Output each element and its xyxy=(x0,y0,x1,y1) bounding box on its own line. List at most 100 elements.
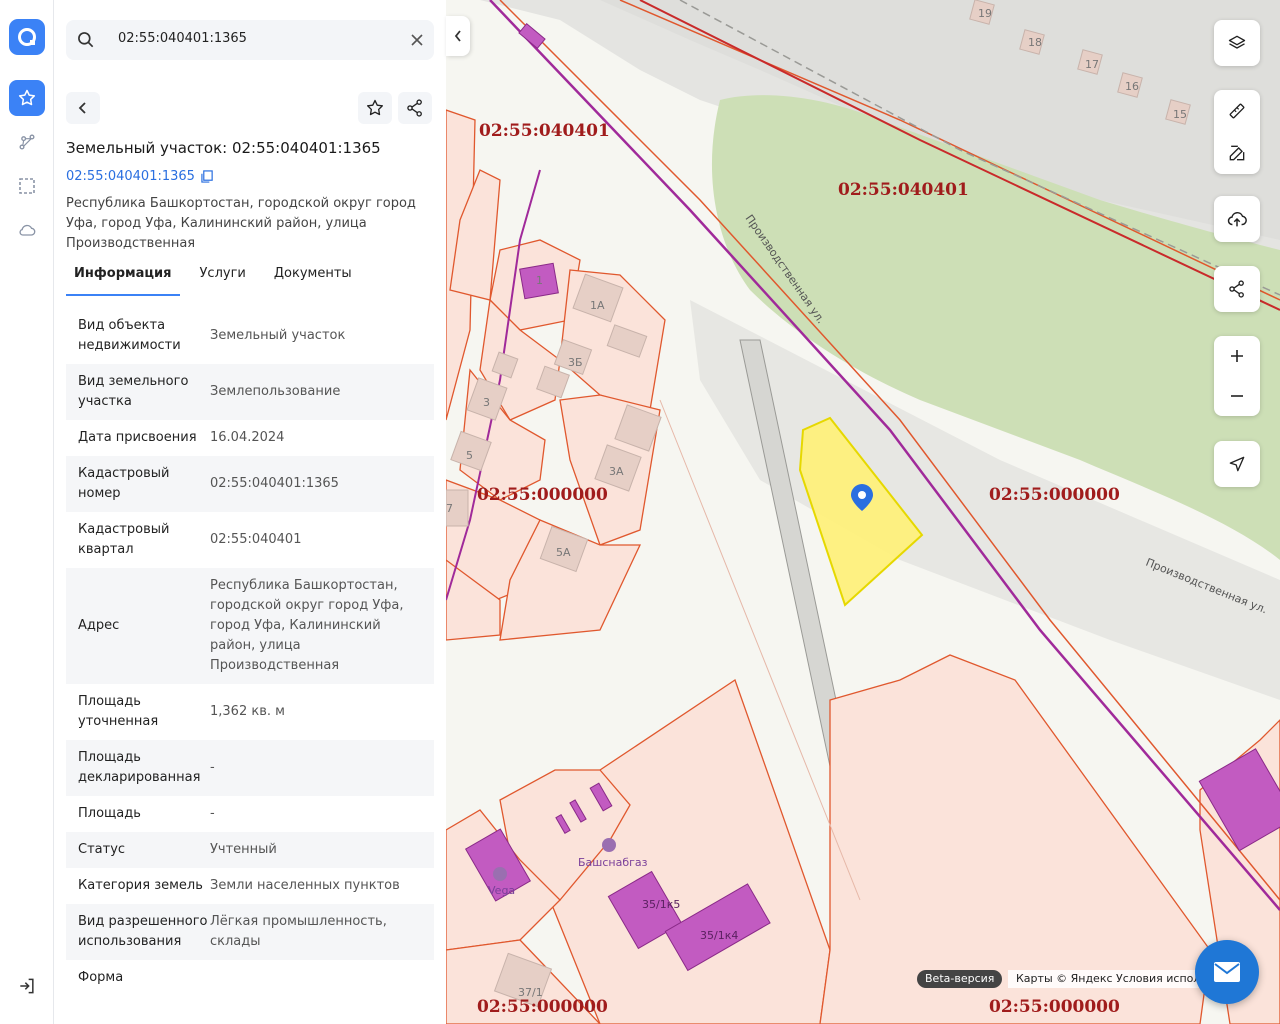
select-area-icon[interactable] xyxy=(9,168,45,204)
info-value: - xyxy=(210,806,215,821)
quarter-label: 02:55:040401 xyxy=(838,180,969,200)
feedback-button[interactable] xyxy=(1195,940,1259,1004)
info-key: Площадь декларированная xyxy=(78,750,201,785)
info-value: Земельный участок xyxy=(210,328,346,343)
upload-icon xyxy=(1227,211,1247,227)
table-row: Адрес Республика Башкортостан, городской … xyxy=(66,568,434,684)
beta-badge: Beta-версия xyxy=(917,970,1003,988)
info-value: 16.04.2024 xyxy=(210,430,285,445)
house-number: 3А xyxy=(609,465,624,478)
object-title: Земельный участок: 02:55:040401:1365 xyxy=(66,139,381,157)
layers-icon xyxy=(1228,35,1246,49)
house-number: 37/1 xyxy=(518,986,543,999)
info-value: - xyxy=(210,760,215,775)
info-key: Форма xyxy=(78,970,124,985)
house-number: 1А xyxy=(590,299,605,312)
house-number: 19 xyxy=(978,7,992,20)
logout-icon[interactable] xyxy=(9,968,45,1004)
house-number: 35/1к4 xyxy=(700,929,738,942)
map-canvas[interactable]: 02:55:040401 02:55:040401 02:55:000000 0… xyxy=(446,0,1280,1024)
table-row: Кадастровый квартал 02:55:040401 xyxy=(66,512,434,568)
quarter-label: 02:55:000000 xyxy=(477,485,608,505)
house-number: 3 xyxy=(483,396,490,409)
map-share-button[interactable] xyxy=(1214,266,1260,312)
tab-bar: Информация Услуги Документы xyxy=(66,262,434,296)
zoom-controls xyxy=(1214,336,1260,416)
table-row: Площадь - xyxy=(66,796,434,832)
poi-label: Башснабгаз xyxy=(578,856,648,869)
zoom-in-icon[interactable] xyxy=(1214,336,1260,376)
table-row: Форма xyxy=(66,960,434,996)
info-key: Кадастровый квартал xyxy=(78,522,170,557)
house-number: 15 xyxy=(1173,108,1187,121)
table-row: Вид объекта недвижимости Земельный участо… xyxy=(66,308,434,364)
back-button[interactable] xyxy=(66,92,100,124)
info-value: Лёгкая промышленность, склады xyxy=(210,914,387,949)
share-icon xyxy=(407,99,422,117)
search-input[interactable]: 02:55:040401:1365 xyxy=(118,31,247,46)
layers-button[interactable] xyxy=(1214,20,1260,66)
info-key: Дата присвоения xyxy=(78,430,197,445)
cadastral-number-link[interactable]: 02:55:040401:1365 xyxy=(66,169,214,184)
route-icon[interactable] xyxy=(9,124,45,160)
house-number: 5 xyxy=(466,449,473,462)
house-number: 16 xyxy=(1125,80,1139,93)
measure-tools xyxy=(1214,90,1260,174)
info-value: 02:55:040401:1365 xyxy=(210,476,339,491)
house-number: 5А xyxy=(556,546,571,559)
ruler-icon[interactable] xyxy=(1214,90,1260,132)
left-rail xyxy=(0,0,54,1024)
star-icon[interactable] xyxy=(9,80,45,116)
favorite-button[interactable] xyxy=(358,92,392,124)
cloud-icon[interactable] xyxy=(9,212,45,248)
house-number: 17 xyxy=(1085,58,1099,71)
tab-services[interactable]: Услуги xyxy=(192,262,254,296)
copy-icon[interactable] xyxy=(201,170,214,183)
locate-button[interactable] xyxy=(1214,441,1260,487)
info-key: Вид земельного участка xyxy=(78,374,189,409)
object-address: Республика Башкортостан, городской округ… xyxy=(66,196,416,251)
house-number: 7 xyxy=(446,502,453,515)
info-key: Вид разрешенного использования xyxy=(78,914,208,949)
zoom-out-icon[interactable] xyxy=(1214,376,1260,416)
app-logo-icon[interactable] xyxy=(9,19,45,55)
search-bar[interactable]: 02:55:040401:1365 xyxy=(66,20,434,60)
chevron-left-icon xyxy=(454,30,461,42)
info-key: Площадь xyxy=(78,806,141,821)
info-value: Земли населенных пунктов xyxy=(210,878,400,893)
upload-button[interactable] xyxy=(1214,196,1260,242)
table-row: Категория земель Земли населенных пунктов xyxy=(66,868,434,904)
cadastral-number-text[interactable]: 02:55:040401:1365 xyxy=(66,169,195,184)
info-key: Кадастровый номер xyxy=(78,466,170,501)
tab-documents[interactable]: Документы xyxy=(266,262,360,296)
table-row: Дата присвоения 16.04.2024 xyxy=(66,420,434,456)
close-icon[interactable] xyxy=(410,32,424,51)
house-number: 18 xyxy=(1028,36,1042,49)
locate-icon xyxy=(1229,456,1245,472)
edit-icon[interactable] xyxy=(1214,132,1260,174)
mail-icon xyxy=(1214,962,1240,982)
quarter-label: 02:55:000000 xyxy=(989,997,1120,1017)
info-value: Республика Башкортостан, городской округ… xyxy=(210,578,404,673)
tab-information[interactable]: Информация xyxy=(66,262,180,296)
chevron-left-icon xyxy=(78,102,86,114)
table-row: Площадь уточненная 1,362 кв. м xyxy=(66,684,434,740)
map-copyright[interactable]: Карты © Яндекс Условия исполь xyxy=(1008,970,1208,988)
search-icon xyxy=(76,30,96,54)
table-row: Кадастровый номер 02:55:040401:1365 xyxy=(66,456,434,512)
info-value: 02:55:040401 xyxy=(210,532,302,547)
house-number: 1 xyxy=(536,274,543,287)
house-number: 35/1к5 xyxy=(642,898,680,911)
cadastral-map: 02:55:040401 02:55:040401 02:55:000000 0… xyxy=(446,0,1280,1024)
quarter-label: 02:55:000000 xyxy=(989,485,1120,505)
info-value: Землепользование xyxy=(210,384,341,399)
info-value xyxy=(210,968,422,988)
info-table: Вид объекта недвижимости Земельный участо… xyxy=(66,308,434,996)
info-key: Площадь уточненная xyxy=(78,694,159,729)
info-value: 1,362 кв. м xyxy=(210,704,285,719)
star-icon xyxy=(367,99,383,116)
share-button[interactable] xyxy=(398,92,432,124)
info-value: Учтенный xyxy=(210,842,277,857)
collapse-panel-button[interactable] xyxy=(446,16,470,56)
quarter-label: 02:55:040401 xyxy=(479,121,610,141)
